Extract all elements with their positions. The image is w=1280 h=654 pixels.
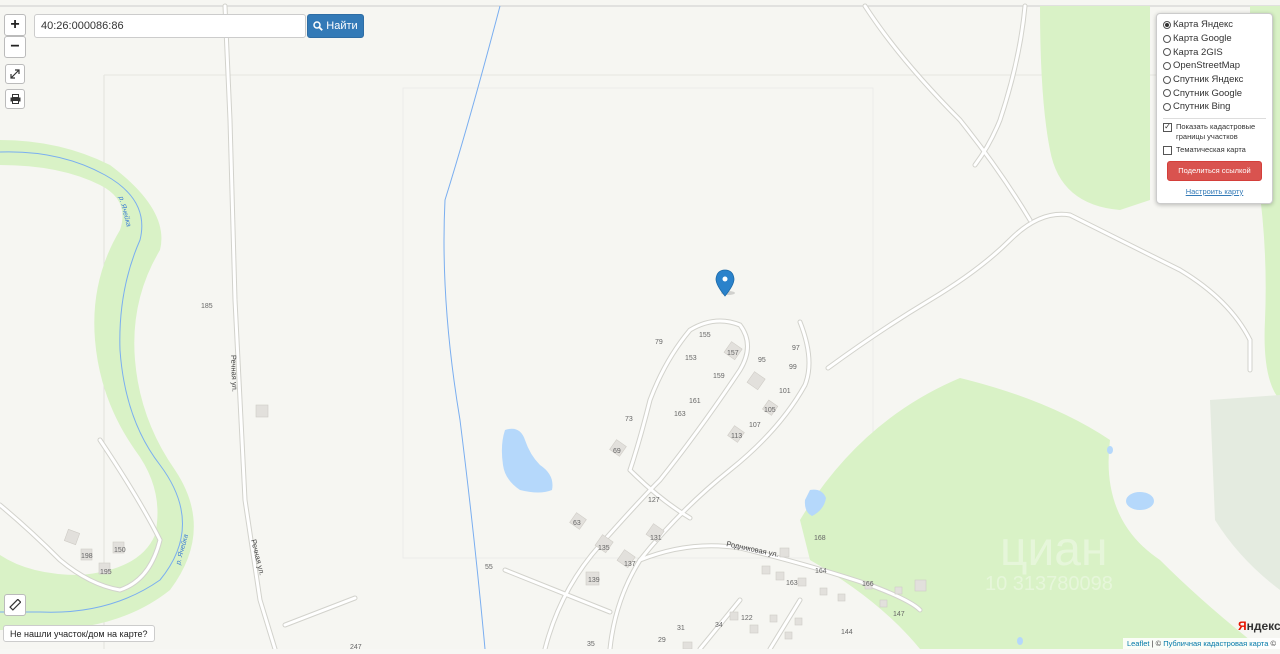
radio-icon[interactable]: [1163, 102, 1171, 111]
house-number: 107: [749, 422, 761, 429]
house-number: 113: [731, 433, 742, 440]
house-number: 135: [598, 545, 610, 552]
house-number: 105: [764, 407, 776, 414]
search-button-label: Найти: [326, 20, 358, 32]
layer-option-openstreetmap[interactable]: OpenStreetMap: [1163, 59, 1266, 73]
thematic-map-toggle[interactable]: Тематическая карта: [1163, 145, 1266, 155]
checkbox-checked-icon[interactable]: ✓: [1163, 122, 1172, 132]
layer-option-bing-satellite[interactable]: Спутник Bing: [1163, 100, 1266, 114]
house-number: 131: [650, 535, 662, 542]
house-number: 95: [758, 357, 766, 364]
house-number: 35: [587, 641, 595, 648]
house-number: 79: [655, 339, 663, 346]
house-number: 99: [789, 364, 797, 371]
house-number: 69: [613, 448, 621, 455]
layer-option-google-satellite[interactable]: Спутник Google: [1163, 86, 1266, 100]
house-number: 164: [815, 568, 827, 575]
zoom-out-button[interactable]: −: [4, 36, 26, 58]
watermark: циан 10 313780098: [985, 523, 1113, 595]
radio-icon[interactable]: [1163, 61, 1171, 70]
house-number: 127: [648, 497, 660, 504]
house-number: 63: [573, 520, 581, 527]
house-number: 150: [114, 547, 126, 554]
layer-option-2gis-map[interactable]: Карта 2GIS: [1163, 45, 1266, 59]
yandex-logo: Яндекс: [1238, 619, 1280, 633]
house-number: 157: [727, 350, 739, 357]
house-number: 168: [814, 535, 826, 542]
house-number: 147: [893, 611, 905, 618]
ruler-icon[interactable]: [4, 594, 26, 616]
search-button[interactable]: Найти: [307, 14, 364, 38]
svg-text:циан: циан: [1000, 523, 1108, 576]
radio-icon[interactable]: [1163, 20, 1171, 29]
house-number: 163: [786, 580, 798, 587]
house-number: 137: [624, 561, 636, 568]
configure-map-link[interactable]: Настроить карту: [1163, 187, 1266, 196]
radio-icon[interactable]: [1163, 75, 1171, 84]
cadastral-search-input[interactable]: [34, 14, 306, 38]
layer-option-google-map[interactable]: Карта Google: [1163, 32, 1266, 46]
layer-option-yandex-map[interactable]: Карта Яндекс: [1163, 18, 1266, 32]
cadastral-borders-toggle[interactable]: ✓ Показать кадастровые границы участков: [1163, 122, 1266, 142]
street-label: Речная ул.: [229, 355, 239, 392]
leaflet-link[interactable]: Leaflet: [1127, 639, 1150, 648]
house-number: 198: [81, 553, 93, 560]
house-number: 31: [677, 625, 685, 632]
layer-option-yandex-satellite[interactable]: Спутник Яндекс: [1163, 73, 1266, 87]
map-canvas[interactable]: 185 198 150 195 79 155 153 157 95 97 99 …: [0, 0, 1280, 652]
pkk-link[interactable]: Публичная кадастровая карта: [1163, 639, 1268, 648]
fullscreen-icon[interactable]: [5, 64, 25, 84]
divider: [1163, 117, 1266, 119]
house-number: 34: [715, 622, 723, 629]
house-number: 247: [350, 644, 362, 649]
svg-text:10 313780098: 10 313780098: [985, 573, 1113, 595]
not-found-on-map-button[interactable]: Не нашли участок/дом на карте?: [3, 625, 155, 642]
print-icon[interactable]: [5, 89, 25, 109]
house-number: 155: [699, 332, 711, 339]
map-attribution: Leaflet | © Публичная кадастровая карта …: [1122, 638, 1280, 649]
house-number: 161: [689, 398, 701, 405]
share-link-button[interactable]: Поделиться ссылкой: [1167, 160, 1262, 181]
layers-panel: Карта Яндекс Карта Google Карта 2GIS Ope…: [1156, 13, 1273, 204]
radio-icon[interactable]: [1163, 34, 1171, 43]
radio-icon[interactable]: [1163, 48, 1171, 57]
house-number: 144: [841, 629, 853, 636]
house-number: 163: [674, 411, 686, 418]
checkbox-icon[interactable]: [1163, 145, 1172, 155]
zoom-in-button[interactable]: +: [4, 14, 26, 36]
house-number: 139: [588, 577, 600, 584]
house-number: 97: [792, 345, 800, 352]
house-number: 153: [685, 355, 697, 362]
house-number: 195: [100, 569, 112, 576]
map-layer: 185 198 150 195 79 155 153 157 95 97 99 …: [0, 0, 1280, 652]
house-number: 55: [485, 564, 493, 571]
house-number: 73: [625, 416, 633, 423]
house-number: 101: [779, 388, 791, 395]
house-number: 122: [741, 615, 753, 622]
search-icon: [313, 21, 324, 31]
house-number: 159: [713, 373, 725, 380]
house-number: 166: [862, 581, 874, 588]
house-number: 29: [658, 637, 666, 644]
radio-icon[interactable]: [1163, 89, 1171, 98]
house-number: 185: [201, 303, 213, 310]
